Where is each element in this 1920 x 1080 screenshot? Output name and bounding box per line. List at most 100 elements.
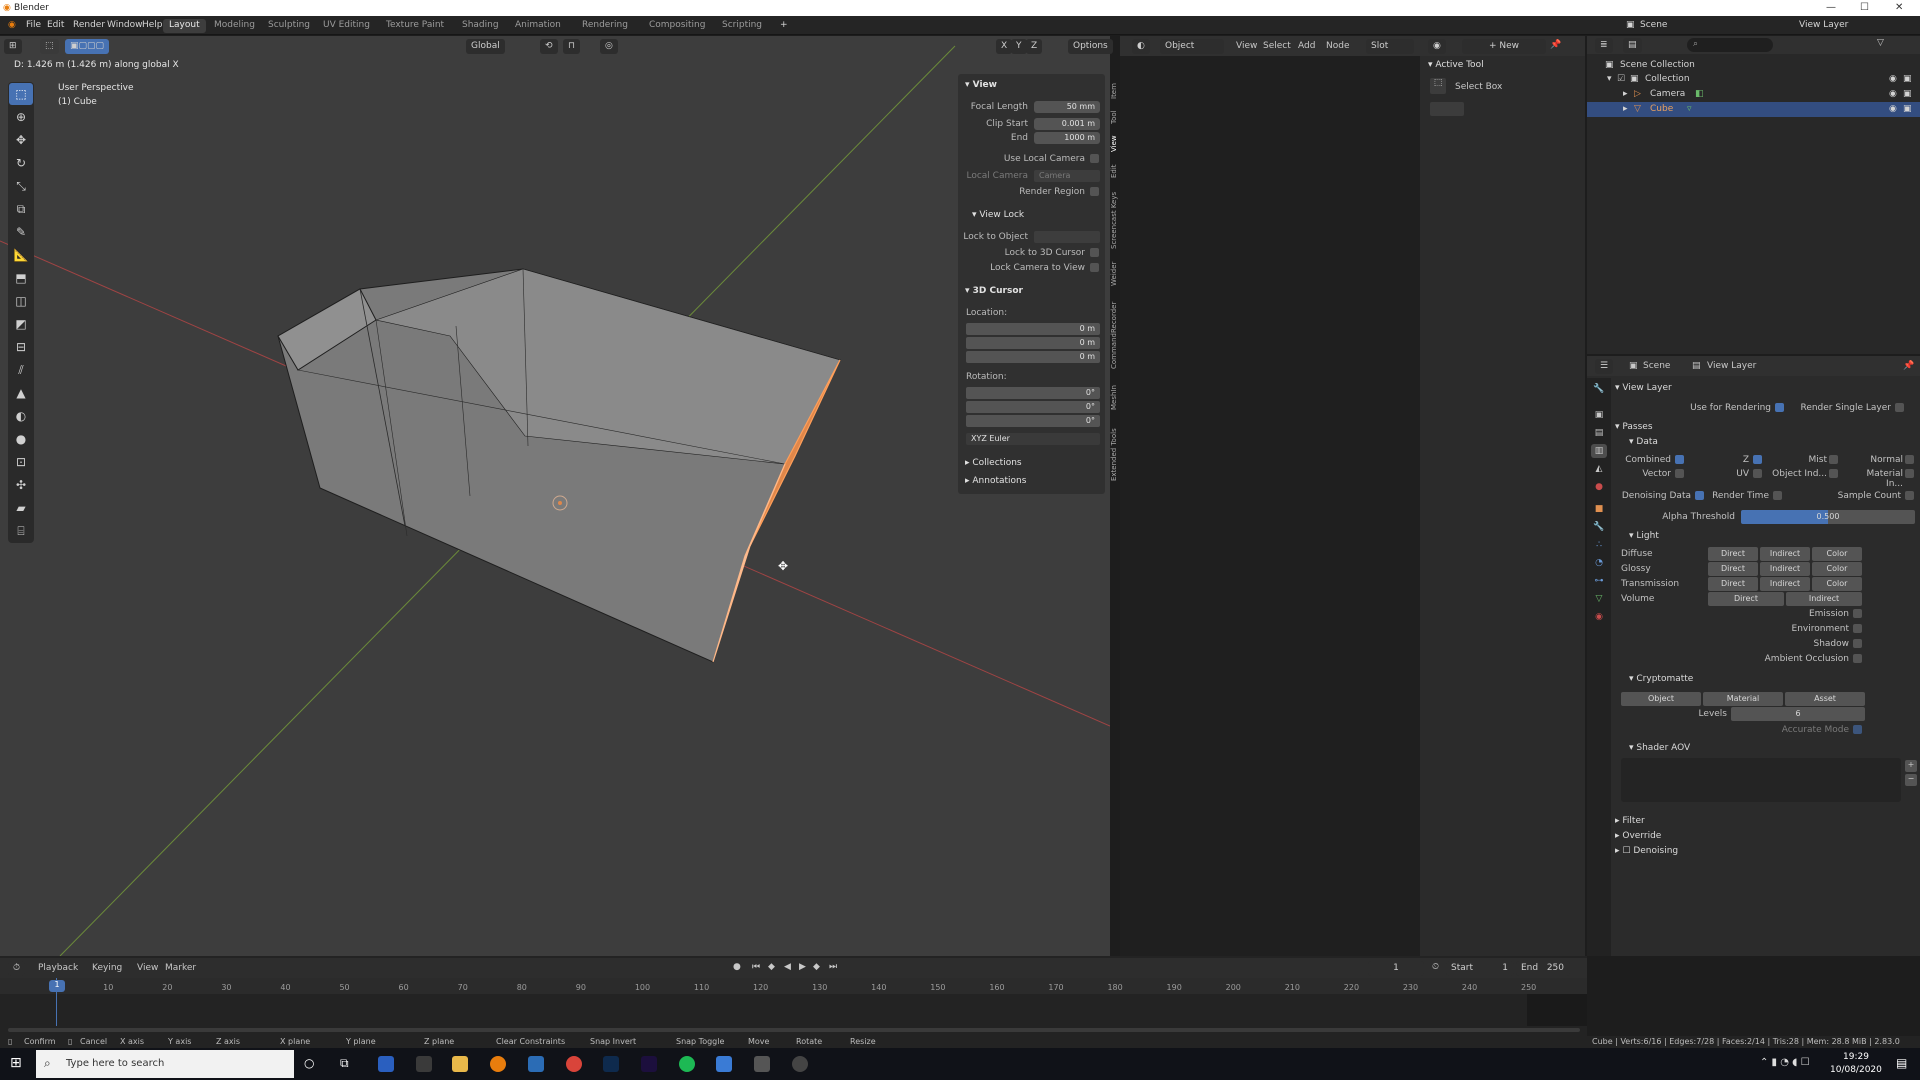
cryptomatte-subsection[interactable]: ▾ Cryptomatte bbox=[1629, 674, 1693, 684]
filter-icon[interactable]: ▽ bbox=[1877, 38, 1884, 48]
render-region-checkbox[interactable] bbox=[1090, 187, 1099, 196]
sidetab-screencast-keys[interactable]: Screencast Keys bbox=[1110, 186, 1120, 254]
cursor-rot-z[interactable]: 0° bbox=[966, 415, 1100, 427]
app-icon-2[interactable] bbox=[416, 1056, 432, 1072]
denoising-data-checkbox[interactable] bbox=[1695, 491, 1704, 500]
volume-indirect-toggle[interactable]: Indirect bbox=[1786, 592, 1862, 606]
view-layer-section[interactable]: ▾ View Layer bbox=[1615, 383, 1672, 393]
scene-selector[interactable]: Scene bbox=[1640, 20, 1667, 30]
modifier-tab-icon[interactable]: 🔧 bbox=[1591, 520, 1607, 534]
disclosure-open-icon[interactable]: ▾ bbox=[1607, 74, 1612, 84]
clip-start-field[interactable]: 0.001 m bbox=[1034, 118, 1100, 130]
inset-tool-icon[interactable]: ◫ bbox=[9, 290, 33, 312]
combined-checkbox[interactable] bbox=[1675, 455, 1684, 464]
vscode-icon[interactable] bbox=[716, 1056, 732, 1072]
light-subsection[interactable]: ▾ Light bbox=[1629, 531, 1659, 541]
override-section[interactable]: ▸ Override bbox=[1615, 831, 1661, 841]
record-icon[interactable]: ● bbox=[733, 962, 741, 972]
eye-icon[interactable]: ◉ bbox=[1889, 89, 1897, 99]
timeline-type-icon[interactable]: ⏱ bbox=[8, 961, 26, 976]
menu-edit[interactable]: Edit bbox=[47, 20, 64, 30]
disclosure-closed-icon[interactable]: ▸ bbox=[1623, 104, 1628, 114]
cursor-loc-x[interactable]: 0 m bbox=[966, 323, 1100, 335]
close-button[interactable]: ✕ bbox=[1895, 2, 1903, 13]
data-tab-icon[interactable]: ▽ bbox=[1591, 592, 1607, 606]
render-tab-icon[interactable]: ▣ bbox=[1591, 408, 1607, 422]
constraints-tab-icon[interactable]: ⊶ bbox=[1591, 574, 1607, 588]
start-frame-field[interactable]: Start 1 bbox=[1446, 961, 1514, 976]
denoising-section[interactable]: ▸ ☐ Denoising bbox=[1615, 846, 1678, 856]
filter-section[interactable]: ▸ Filter bbox=[1615, 816, 1645, 826]
transmission-indirect-toggle[interactable]: Indirect bbox=[1760, 577, 1810, 591]
local-camera-field[interactable]: Camera bbox=[1034, 170, 1100, 182]
current-frame-field[interactable]: 1 bbox=[1368, 961, 1424, 976]
camera-render-icon[interactable]: ▣ bbox=[1903, 89, 1912, 99]
passes-section[interactable]: ▾ Passes bbox=[1615, 422, 1653, 432]
annotate-tool-icon[interactable]: ✎ bbox=[9, 221, 33, 243]
node-menu-select[interactable]: Select bbox=[1263, 41, 1291, 51]
poly-build-tool-icon[interactable]: ▲ bbox=[9, 382, 33, 404]
cortana-icon[interactable]: ○ bbox=[304, 1056, 314, 1070]
task-view-icon[interactable]: ⧉ bbox=[340, 1056, 349, 1071]
spin-tool-icon[interactable]: ◐ bbox=[9, 405, 33, 427]
diffuse-indirect-toggle[interactable]: Indirect bbox=[1760, 547, 1810, 561]
material-tab-icon[interactable]: ◉ bbox=[1591, 610, 1607, 624]
shader-aov-list[interactable] bbox=[1621, 758, 1901, 802]
extrude-tool-icon[interactable]: ⬒ bbox=[9, 267, 33, 289]
transmission-direct-toggle[interactable]: Direct bbox=[1708, 577, 1758, 591]
file-explorer-icon[interactable] bbox=[452, 1056, 468, 1072]
clock-date[interactable]: 10/08/2020 bbox=[1830, 1065, 1882, 1075]
maximize-button[interactable]: ☐ bbox=[1860, 2, 1869, 13]
calculator-icon[interactable] bbox=[528, 1056, 544, 1072]
cursor-section-header[interactable]: ▾ 3D Cursor bbox=[965, 286, 1023, 296]
lock-to-object-field[interactable] bbox=[1034, 231, 1100, 243]
move-tool-icon[interactable]: ✥ bbox=[9, 129, 33, 151]
view-layer-selector[interactable]: View Layer bbox=[1799, 20, 1848, 30]
remove-aov-button[interactable]: − bbox=[1905, 774, 1917, 786]
menu-window[interactable]: Window bbox=[107, 20, 143, 30]
accurate-mode-checkbox[interactable] bbox=[1853, 725, 1862, 734]
material-index-checkbox[interactable] bbox=[1905, 469, 1914, 478]
annotations-section[interactable]: ▸ Annotations bbox=[965, 476, 1026, 486]
disclosure-closed-icon[interactable]: ▸ bbox=[1623, 89, 1628, 99]
editor-type-icon[interactable]: ◐ bbox=[1132, 39, 1150, 54]
sidetab-view[interactable]: View bbox=[1110, 132, 1120, 156]
axis-x-toggle[interactable]: X bbox=[996, 39, 1013, 54]
sidetab-commandrecorder[interactable]: CommandRecorder bbox=[1110, 294, 1120, 376]
shader-aov-subsection[interactable]: ▾ Shader AOV bbox=[1629, 743, 1690, 753]
object-tab-icon[interactable]: ■ bbox=[1591, 502, 1607, 516]
tab-shading[interactable]: Shading bbox=[456, 19, 505, 33]
outliner-row-camera[interactable]: ▸ ▷ Camera ◧ ◉ ▣ bbox=[1587, 87, 1920, 102]
select-mode-buttons[interactable] bbox=[1430, 102, 1464, 116]
clip-end-field[interactable]: 1000 m bbox=[1034, 132, 1100, 144]
uv-checkbox[interactable] bbox=[1753, 469, 1762, 478]
snap-icon[interactable]: ⊓ bbox=[563, 39, 581, 54]
object-mode-dropdown[interactable]: Object bbox=[1160, 39, 1224, 54]
notifications-icon[interactable]: ▤ bbox=[1896, 1056, 1907, 1070]
select-mode-icon[interactable]: ⬚ bbox=[40, 39, 59, 54]
orientation-dropdown[interactable]: Global bbox=[466, 39, 505, 54]
spotify-icon[interactable] bbox=[679, 1056, 695, 1072]
cursor-loc-y[interactable]: 0 m bbox=[966, 337, 1100, 349]
glossy-direct-toggle[interactable]: Direct bbox=[1708, 562, 1758, 576]
clock-time[interactable]: 19:29 bbox=[1843, 1052, 1869, 1062]
browse-material-icon[interactable]: ◉ bbox=[1428, 39, 1446, 54]
sample-count-checkbox[interactable] bbox=[1905, 491, 1914, 500]
options-dropdown[interactable]: Options bbox=[1068, 39, 1113, 54]
photoshop-icon[interactable] bbox=[603, 1056, 619, 1072]
z-pass-checkbox[interactable] bbox=[1753, 455, 1762, 464]
lock-camera-checkbox[interactable] bbox=[1090, 263, 1099, 272]
cursor-tool-icon[interactable]: ⊕ bbox=[9, 106, 33, 128]
next-keyframe-icon[interactable]: ◆ bbox=[813, 962, 820, 972]
jump-end-icon[interactable]: ⏭ bbox=[829, 962, 837, 972]
include-checkbox[interactable]: ☑ bbox=[1617, 74, 1625, 84]
menu-render[interactable]: Render bbox=[73, 20, 105, 30]
scene-tab-icon[interactable]: ◭ bbox=[1591, 462, 1607, 476]
outliner-row-scene-collection[interactable]: ▣ Scene Collection bbox=[1587, 58, 1920, 73]
use-for-rendering-checkbox[interactable] bbox=[1775, 403, 1784, 412]
transform-tool-icon[interactable]: ⧉ bbox=[9, 198, 33, 220]
proportional-edit-icon[interactable]: ◎ bbox=[600, 39, 618, 54]
pivot-icon[interactable]: ⟲ bbox=[540, 39, 558, 54]
crypto-object-toggle[interactable]: Object bbox=[1621, 692, 1701, 706]
view-lock-header[interactable]: ▾ View Lock bbox=[972, 210, 1024, 220]
